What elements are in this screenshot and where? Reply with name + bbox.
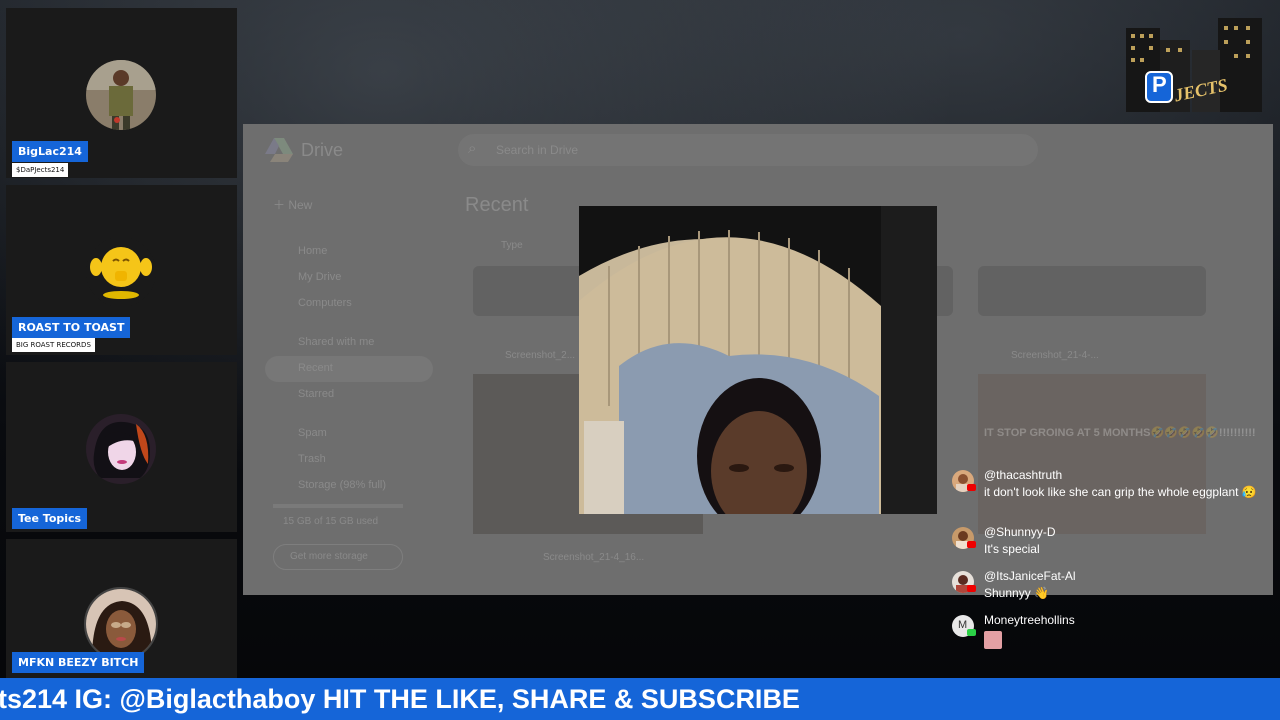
avatar: [86, 414, 156, 484]
file-name: Screenshot_2...: [505, 350, 576, 361]
youtube-icon: [967, 541, 976, 548]
sticker-icon: [984, 631, 1002, 649]
avatar: [84, 587, 158, 661]
webcam-video: [579, 206, 937, 534]
drive-search-bar: ⌕ Search in Drive: [458, 134, 1038, 166]
app-name: Drive: [301, 140, 344, 160]
nav-item: Starred: [298, 388, 335, 400]
avatar: [86, 237, 156, 307]
chat-message: @ItsJaniceFat-Al Shunnyy 👋: [952, 569, 1264, 605]
file-card: [978, 266, 1206, 316]
get-storage-label: Get more storage: [290, 551, 368, 562]
chat-fading-message: IT STOP GROING AT 5 MONTHS🤣🤣🤣🤣🤣!!!!!!!!!…: [984, 427, 1256, 439]
chat-message: @Shunnyy-D It's special: [952, 525, 1264, 561]
kick-icon: [967, 629, 976, 636]
live-chat: IT STOP GROING AT 5 MONTHS🤣🤣🤣🤣🤣!!!!!!!!!…: [944, 420, 1264, 662]
participant-tile-roast-to-toast[interactable]: ROAST TO TOAST BIG ROAST RECORDS: [6, 185, 237, 355]
chat-username[interactable]: Moneytreehollins: [984, 613, 1075, 627]
participant-name-tag: ROAST TO TOAST: [12, 317, 131, 338]
chat-username[interactable]: @Shunnyy-D: [984, 525, 1056, 539]
chat-username[interactable]: @thacashtruth: [984, 468, 1062, 482]
chat-text: It's special: [984, 542, 1040, 556]
participant-name-tag: MFKN BEEZY BITCH: [12, 652, 145, 673]
storage-text: 15 GB of 15 GB used: [283, 516, 379, 527]
logo-letter: P: [1152, 72, 1167, 97]
filter-chip: Type: [501, 240, 523, 251]
participant-tile-tee-topics[interactable]: Tee Topics: [6, 362, 237, 532]
participant-subtitle: $DaPJects214: [12, 163, 69, 177]
search-icon: ⌕: [468, 140, 477, 157]
chat-text: Shunnyy 👋: [984, 586, 1049, 600]
participant-subtitle: BIG ROAST RECORDS: [12, 338, 95, 352]
ticker-text: ts214 IG: @Biglacthaboy HIT THE LIKE, SH…: [0, 684, 800, 714]
chat-text: it don't look like she can grip the whol…: [984, 485, 1257, 499]
nav-item: Computers: [298, 297, 352, 309]
city-building-logo: P JECTS: [1122, 14, 1270, 112]
drive-logo-icon: [265, 138, 293, 162]
file-name: Screenshot_21-4_16...: [543, 552, 645, 563]
new-button: ＋ New: [273, 196, 312, 213]
participant-name-tag: Tee Topics: [12, 508, 88, 529]
avatar: [86, 60, 156, 130]
ticker-banner: ts214 IG: @Biglacthaboy HIT THE LIKE, SH…: [0, 678, 1280, 720]
storage-bar: [273, 504, 403, 508]
youtube-icon: [967, 585, 976, 592]
section-title: Recent: [465, 194, 529, 216]
new-button-label: New: [288, 198, 313, 212]
nav-item: Spam: [298, 427, 327, 439]
nav-item: Storage (98% full): [298, 479, 387, 491]
nav-item: My Drive: [298, 271, 342, 283]
participant-tile-mfkn-beezy[interactable]: MFKN BEEZY BITCH: [6, 539, 237, 678]
participant-name-tag: BigLac214: [12, 141, 88, 162]
youtube-icon: [967, 484, 976, 491]
nav-item: Recent: [298, 362, 333, 374]
chat-message: M Moneytreehollins: [952, 613, 1264, 653]
chat-username[interactable]: @ItsJaniceFat-Al: [984, 569, 1076, 583]
nav-item: Home: [298, 245, 328, 257]
file-name: Screenshot_21-4-...: [1011, 350, 1099, 361]
chat-message: @thacashtruth it don't look like she can…: [952, 468, 1264, 516]
nav-item: Shared with me: [298, 336, 375, 348]
plus-icon: ＋: [273, 198, 289, 212]
get-storage-button: Get more storage: [273, 544, 403, 570]
avatar-initial: M: [958, 619, 968, 631]
nav-item: Trash: [298, 453, 326, 465]
participant-tile-biglac214[interactable]: BigLac214 $DaPJects214: [6, 8, 237, 178]
search-placeholder: Search in Drive: [496, 143, 579, 157]
